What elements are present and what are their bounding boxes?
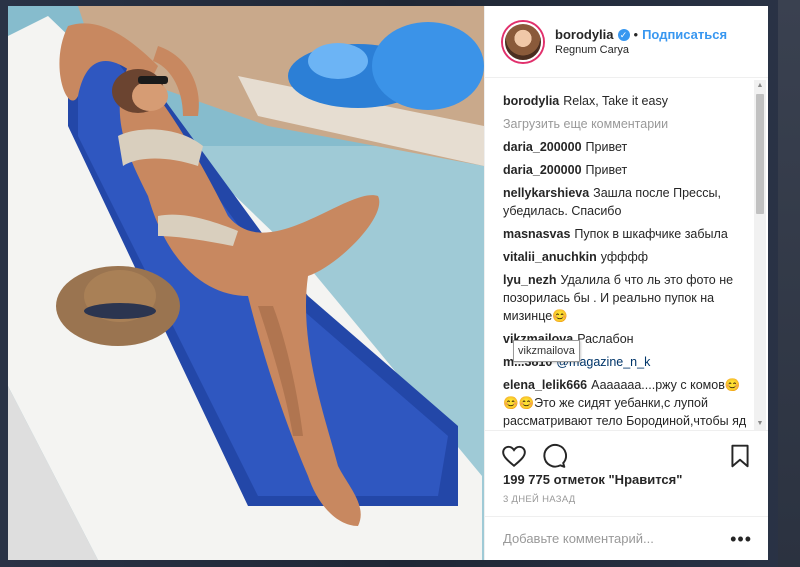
comment-username[interactable]: daria_200000: [503, 163, 582, 177]
header-line: borodylia ✓ • Подписаться: [555, 27, 727, 42]
comment-item: lyu_nezh Удалила б что ль это фото не поз…: [503, 271, 748, 325]
comment-item: masnasvas Пупок в шкафчике забыла: [503, 225, 748, 243]
comment-input[interactable]: [503, 531, 731, 546]
comment-item: elena_lelik666 Ааааааа....ржу с комов😊 😊😊…: [503, 376, 748, 430]
comment-username[interactable]: masnasvas: [503, 227, 570, 241]
likes-count[interactable]: 199 775 отметок "Нравится": [503, 472, 682, 487]
load-more-comments-button[interactable]: Загрузить еще комментарии: [503, 115, 748, 133]
header-text: borodylia ✓ • Подписаться Regnum Carya: [555, 27, 727, 56]
avatar[interactable]: [503, 21, 543, 62]
comment-item: daria_200000 Привет: [503, 161, 748, 179]
post-photo[interactable]: [8, 6, 484, 560]
comment-username[interactable]: lyu_nezh: [503, 273, 557, 287]
add-comment-section: •••: [485, 516, 768, 560]
comment-item: vitalii_anuchkin уфффф: [503, 248, 748, 266]
post-actions-bar: [485, 430, 768, 474]
comment-username[interactable]: nellykarshieva: [503, 186, 589, 200]
post-timestamp[interactable]: 3 ДНЕЙ НАЗАД: [503, 494, 576, 505]
comment-text: Пупок в шкафчике забыла: [574, 227, 728, 241]
separator-dot: •: [633, 27, 639, 42]
comment-text: Раслабон: [577, 332, 634, 346]
post-modal: borodylia ✓ • Подписаться Regnum Carya b…: [8, 6, 768, 560]
verified-badge-icon: ✓: [617, 28, 630, 41]
heart-icon[interactable]: [501, 443, 527, 469]
more-options-button[interactable]: •••: [730, 530, 752, 548]
comment-text: Привет: [585, 163, 628, 177]
bookmark-icon[interactable]: [727, 443, 753, 469]
comment-item: nellykarshieva Зашла после Прессы, убедил…: [503, 184, 748, 220]
caption-text: Relax, Take it easy: [563, 94, 668, 108]
scroll-down-arrow-icon[interactable]: ▼: [754, 418, 766, 430]
comments-scrollbar[interactable]: ▲ ▼: [754, 80, 766, 430]
comment-icon[interactable]: [541, 443, 567, 469]
post-header: borodylia ✓ • Подписаться Regnum Carya: [485, 6, 768, 78]
comments-list[interactable]: borodylia Relax, Take it easy Загрузить е…: [485, 78, 756, 430]
photo-illustration: [8, 6, 484, 560]
author-username[interactable]: borodylia: [555, 27, 614, 42]
background-strip: [778, 0, 800, 567]
location-link[interactable]: Regnum Carya: [555, 44, 727, 56]
follow-button[interactable]: Подписаться: [642, 27, 727, 42]
scrollbar-thumb[interactable]: [756, 94, 764, 214]
comment-text: Привет: [585, 140, 628, 154]
comment-username[interactable]: daria_200000: [503, 140, 582, 154]
post-side-panel: borodylia ✓ • Подписаться Regnum Carya b…: [484, 6, 768, 560]
comment-username[interactable]: vitalii_anuchkin: [503, 250, 597, 264]
comment-item: daria_200000 Привет: [503, 138, 748, 156]
comment-text: уфффф: [600, 250, 649, 264]
caption: borodylia Relax, Take it easy: [503, 92, 748, 110]
comment-username[interactable]: elena_lelik666: [503, 378, 587, 392]
username-tooltip: vikzmailova: [513, 340, 580, 362]
scroll-up-arrow-icon[interactable]: ▲: [754, 80, 766, 92]
caption-username[interactable]: borodylia: [503, 94, 559, 108]
